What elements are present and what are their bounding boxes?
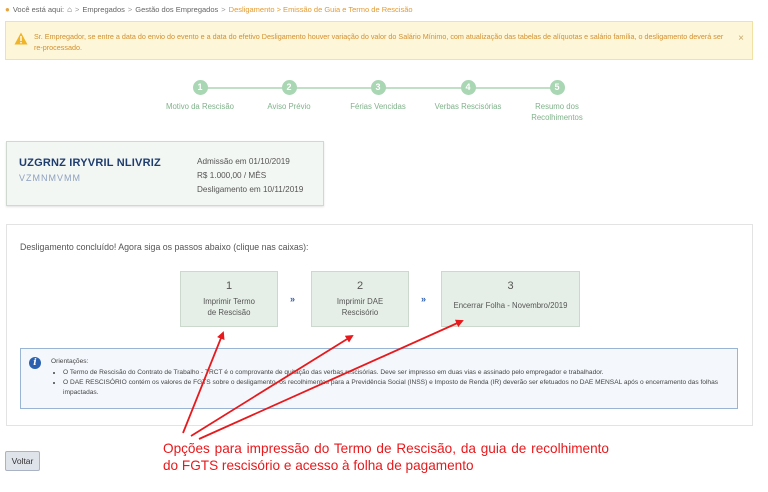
warning-alert: Sr. Empregador, se entre a data do envio… (5, 21, 753, 60)
completion-panel: Desligamento concluído! Agora siga os pa… (6, 224, 753, 426)
breadcrumb-separator: > (127, 5, 133, 14)
step-number: 1 (192, 80, 208, 95)
step-label: Motivo da Rescisão (165, 102, 235, 111)
salary: R$ 1.000,00 / MÊS (197, 171, 267, 180)
breadcrumb-current: Desligamento > Emissão de Guia e Termo d… (228, 5, 413, 14)
info-icon: i (29, 357, 41, 369)
step-label: Resumo dos Recolhimentos (531, 102, 583, 122)
action-label: Imprimir DAE Rescisório (312, 296, 408, 318)
step-5: 5 Resumo dos Recolhimentos (512, 80, 602, 123)
employee-subtitle: VZMNMVMM (19, 173, 81, 183)
breadcrumb-prefix: Você está aqui: (12, 5, 65, 14)
step-4: 4 Verbas Rescisórias (423, 80, 513, 112)
chevron-right-icon: ›› (421, 294, 426, 304)
admission-date: Admissão em 01/10/2019 (197, 157, 290, 166)
breadcrumb-separator: > (221, 5, 226, 14)
step-1: 1 Motivo da Rescisão (155, 80, 245, 112)
breadcrumb-item-empregados[interactable]: Empregados (82, 5, 125, 14)
print-dae-rescisorio-button[interactable]: 2 Imprimir DAE Rescisório (311, 271, 409, 327)
orientations-box: i Orientações: O Termo de Rescisão do Co… (20, 348, 738, 409)
employee-info: Admissão em 01/10/2019 R$ 1.000,00 / MÊS… (197, 155, 303, 197)
action-number: 1 (225, 280, 233, 292)
orientations-title: Orientações: (51, 358, 89, 365)
step-number: 5 (549, 80, 565, 95)
dismissal-date: Desligamento em 10/11/2019 (197, 185, 304, 194)
step-2: 2 Aviso Prévio (244, 80, 334, 112)
list-item: O Termo de Rescisão do Contrato de Traba… (63, 368, 733, 378)
employee-name: UZGRNZ IRYVRIL NLIVRIZ (19, 157, 161, 169)
encerrar-folha-button[interactable]: 3 Encerrar Folha - Novembro/2019 (441, 271, 580, 327)
home-icon[interactable]: ⌂ (67, 5, 72, 14)
list-item: O DAE RESCISÓRIO contém os valores de FG… (63, 378, 733, 398)
breadcrumb: ● Você está aqui: ⌂ > Empregados > Gestã… (5, 5, 413, 14)
action-label: Encerrar Folha - Novembro/2019 (442, 300, 579, 311)
step-label: Verbas Rescisórias (434, 102, 502, 111)
action-label-line: Imprimir Termo (203, 297, 255, 306)
bullet-icon: ● (5, 5, 10, 14)
action-number: 2 (356, 280, 364, 292)
step-label: Aviso Prévio (267, 102, 311, 111)
completion-message: Desligamento concluído! Agora siga os pa… (20, 242, 309, 252)
print-termo-rescisao-button[interactable]: 1 Imprimir Termo de Rescisão (180, 271, 278, 327)
action-label-line: de Rescisão (207, 308, 251, 317)
step-label: Férias Vencidas (350, 102, 406, 111)
step-3: 3 Férias Vencidas (333, 80, 423, 112)
warning-icon (14, 32, 28, 45)
step-number: 4 (460, 80, 476, 95)
back-button[interactable]: Voltar (5, 451, 40, 471)
progress-stepper: 1 Motivo da Rescisão 2 Aviso Prévio 3 Fé… (160, 80, 600, 125)
alert-message: Sr. Empregador, se entre a data do envio… (34, 32, 724, 52)
step-number: 3 (370, 80, 386, 95)
close-icon[interactable]: × (738, 33, 744, 44)
action-label-line: Imprimir DAE (336, 297, 384, 306)
action-label-line: Encerrar Folha - Novembro/2019 (453, 301, 568, 310)
chevron-right-icon: ›› (290, 294, 295, 304)
breadcrumb-item-gestao[interactable]: Gestão dos Empregados (135, 5, 218, 14)
annotation-caption: Opções para impressão do Termo de Rescis… (163, 441, 609, 473)
breadcrumb-separator: > (74, 5, 80, 14)
action-label: Imprimir Termo de Rescisão (181, 296, 277, 318)
step-number: 2 (281, 80, 297, 95)
orientations-list: O Termo de Rescisão do Contrato de Traba… (63, 368, 733, 398)
employee-card: UZGRNZ IRYVRIL NLIVRIZ VZMNMVMM Admissão… (6, 141, 324, 206)
action-label-line: Rescisório (341, 308, 379, 317)
action-number: 3 (507, 280, 514, 292)
